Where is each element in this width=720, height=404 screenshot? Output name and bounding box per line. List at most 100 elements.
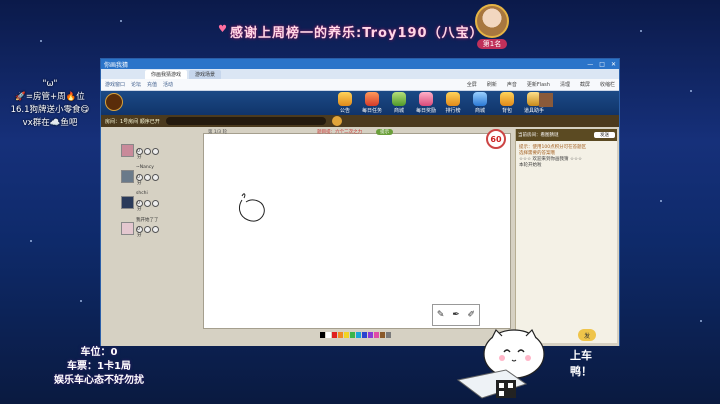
go-line: 鸭！ (570, 365, 592, 378)
color-swatch[interactable] (356, 332, 361, 338)
top-rank-avatar: 第1名 (472, 4, 512, 52)
countdown-timer: 60 (486, 129, 506, 149)
user-avatar[interactable] (105, 93, 123, 111)
color-swatch[interactable] (350, 332, 355, 338)
gift-icon[interactable] (152, 174, 159, 181)
hint-tag[interactable]: 提示 (376, 129, 394, 135)
menu-icon (500, 92, 514, 106)
close-icon[interactable]: ✕ (611, 61, 616, 68)
menu-icon (365, 92, 379, 106)
avatar (121, 143, 134, 157)
gift-icon[interactable] (152, 226, 159, 233)
bell-icon[interactable] (331, 116, 342, 126)
menu-icon (338, 92, 352, 106)
brush-medium-icon[interactable]: ✒ (452, 310, 460, 320)
flash-button[interactable]: 更新Flash (527, 81, 550, 88)
list-item[interactable]: shchi 0分 (121, 191, 193, 213)
chat-message: 本轮开始啦 (519, 163, 542, 168)
board-call: 上车 鸭！ (570, 348, 592, 380)
bottom-info-note: 车位：0 车票：1卡1局 娱乐车心态不好勿扰 (54, 346, 144, 388)
window-titlebar: 你画我猜 — □ ✕ (101, 59, 619, 69)
collapse-button[interactable]: 收缩栏 (600, 81, 615, 88)
color-swatch[interactable] (344, 332, 349, 338)
chat-header: 当前房间：看图猜谜 发送 (516, 129, 617, 141)
round-label: 第 1/3 轮 (208, 130, 228, 135)
toolbar-link[interactable]: 论坛 (131, 81, 141, 88)
color-swatch[interactable] (362, 332, 367, 338)
rank-badge: 第1名 (477, 39, 507, 49)
avatar (121, 169, 134, 183)
toolbar-link[interactable]: 活动 (163, 81, 173, 88)
score-icon: 0分 (136, 174, 143, 186)
menu-item[interactable]: 每日任务 (360, 92, 384, 114)
room-slot (165, 117, 326, 125)
brush-thin-icon[interactable]: ✎ (437, 310, 445, 320)
left-note-line: "ω" (42, 79, 58, 89)
color-swatch[interactable] (332, 332, 337, 338)
player-actions: 0分 (136, 226, 159, 238)
color-swatch[interactable] (320, 332, 325, 338)
color-swatch[interactable] (368, 332, 373, 338)
player-actions: 0分 (136, 200, 159, 212)
color-swatch[interactable] (326, 332, 331, 338)
answer-button[interactable]: 发送 (594, 132, 615, 138)
menu-item[interactable]: 背包 (495, 92, 519, 114)
user-info (539, 93, 593, 113)
game-header: 公告 每日任务 商城 每日奖励 排行榜 商城 背包 道具助手 (101, 91, 619, 115)
menu-item[interactable]: 商城 (468, 92, 492, 114)
play-area: 0分 ~Nancy 0分 shchi 0分 我开始了了 0分 第 1/3 轮 题… (101, 127, 619, 346)
left-note-line: 16.1狗牌送小零食😋 (10, 105, 90, 115)
game-window: 你画我猜 — □ ✕ 你画我猜游戏 游戏场景 游戏窗口 论坛 充值 活动 全屏 … (100, 58, 620, 346)
mic-icon[interactable] (144, 148, 151, 155)
gift-icon[interactable] (152, 148, 159, 155)
list-item[interactable]: 0分 (121, 139, 193, 161)
color-swatch[interactable] (374, 332, 379, 338)
color-swatch[interactable] (338, 332, 343, 338)
drawing-strokes (239, 193, 265, 222)
score-icon: 0分 (136, 200, 143, 212)
hint-label: 题目提：六个二次之力 (317, 130, 363, 135)
score-icon: 0分 (136, 148, 143, 160)
clean-button[interactable]: 清理 (560, 81, 570, 88)
game-menu: 公告 每日任务 商城 每日奖励 排行榜 商城 背包 道具助手 (333, 92, 546, 114)
left-note-line: vx群在☁️鱼吧 (22, 118, 78, 128)
player-name: ~Nancy (136, 165, 154, 170)
menu-icon (473, 92, 487, 106)
screenshot-button[interactable]: 截屏 (580, 81, 590, 88)
sound-button[interactable]: 声音 (507, 81, 517, 88)
color-swatch[interactable] (386, 332, 391, 338)
tab-game[interactable]: 你画我猜游戏 (145, 70, 188, 79)
menu-item[interactable]: 每日奖励 (414, 92, 438, 114)
fullscreen-button[interactable]: 全屏 (467, 81, 477, 88)
refresh-button[interactable]: 刷新 (487, 81, 497, 88)
canvas-header: 第 1/3 轮 题目提：六个二次之力 提示 (204, 128, 512, 136)
window-title: 你画我猜 (104, 61, 129, 69)
avatar (121, 195, 134, 209)
send-button[interactable]: 发 (578, 329, 596, 341)
cat-mascot-icon (456, 328, 545, 399)
minimize-icon[interactable]: — (587, 61, 593, 68)
drawing-canvas[interactable]: 第 1/3 轮 题目提：六个二次之力 提示 (203, 129, 511, 329)
thanks-banner: 感谢上周榜一的养乐:Troy190（八宝） (230, 26, 484, 41)
toolbar-link[interactable]: 游戏窗口 (105, 81, 125, 88)
menu-item[interactable]: 排行榜 (441, 92, 465, 114)
mic-icon[interactable] (144, 200, 151, 207)
toolbar-link[interactable]: 充值 (147, 81, 157, 88)
brush-thick-icon[interactable]: ✐ (468, 310, 476, 320)
maximize-icon[interactable]: □ (599, 61, 605, 68)
menu-item[interactable]: 商城 (387, 92, 411, 114)
list-item[interactable]: 我开始了了 0分 (121, 217, 193, 239)
tab-scene[interactable]: 游戏场景 (189, 70, 222, 79)
list-item[interactable]: ~Nancy 0分 (121, 165, 193, 187)
mic-icon[interactable] (144, 174, 151, 181)
player-actions: 0分 (136, 174, 159, 186)
avatar (475, 4, 509, 38)
menu-item[interactable]: 公告 (333, 92, 357, 114)
tab-strip: 你画我猜游戏 游戏场景 (101, 69, 619, 79)
go-line: 上车 (570, 349, 592, 362)
color-palette (320, 331, 391, 339)
color-swatch[interactable] (380, 332, 385, 338)
mic-icon[interactable] (144, 226, 151, 233)
gift-icon[interactable] (152, 200, 159, 207)
menu-icon (392, 92, 406, 106)
